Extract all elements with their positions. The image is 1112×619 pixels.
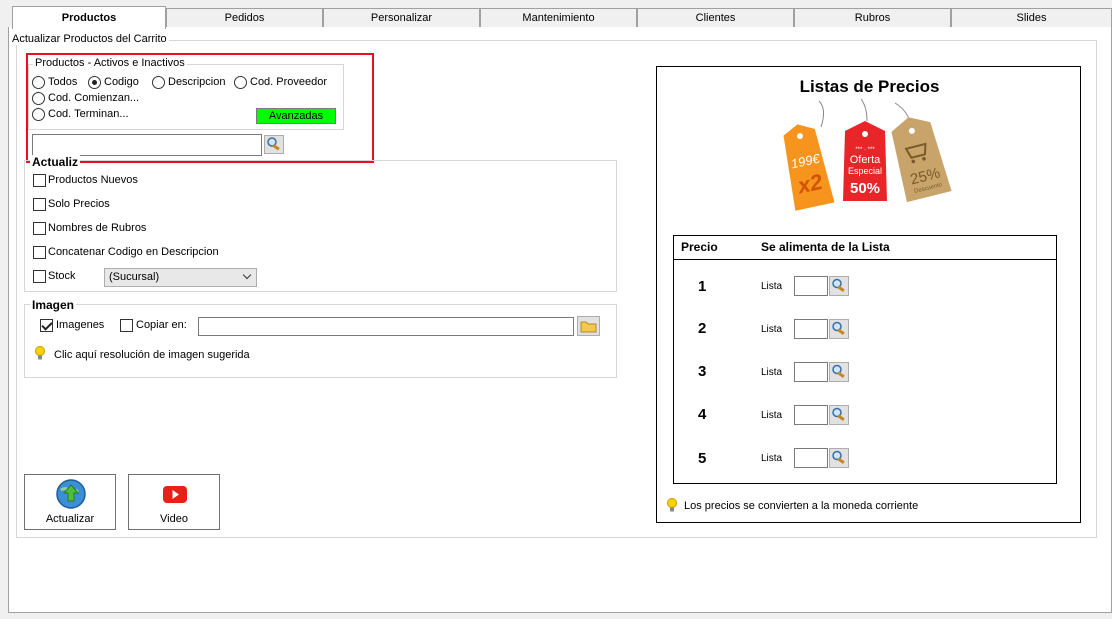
precio-row-4-input[interactable] — [794, 405, 828, 425]
lightbulb-icon — [35, 346, 45, 360]
tag2-stars: *** · *** — [855, 147, 875, 153]
check-copiar-en[interactable] — [120, 319, 133, 332]
precio-row-3-search[interactable] — [829, 362, 849, 382]
highlight-frame — [26, 53, 374, 163]
check-imagenes-label: Imagenes — [56, 319, 105, 331]
search-icon — [832, 364, 845, 378]
check-imagenes[interactable] — [40, 319, 53, 332]
precio-row-1-label: Lista — [761, 281, 783, 292]
search-icon — [832, 278, 845, 292]
tab-pedidos[interactable]: Pedidos — [166, 8, 323, 28]
listas-precios-panel: Listas de Precios 199€ x2 *** · *** Ofer… — [656, 66, 1081, 523]
imagen-group-title: Imagen — [30, 298, 77, 312]
col-header-lista: Se alimenta de la Lista — [761, 240, 890, 254]
precio-row-1-num: 1 — [698, 278, 707, 295]
check-productos-nuevos-label: Productos Nuevos — [48, 174, 138, 186]
actualizar-button[interactable]: Actualizar — [24, 474, 116, 530]
imagen-group — [24, 304, 617, 378]
precio-row-5-input[interactable] — [794, 448, 828, 468]
search-icon — [832, 450, 845, 464]
tab-mantenimiento[interactable]: Mantenimiento — [480, 8, 637, 28]
tab-slides[interactable]: Slides — [951, 8, 1112, 28]
tab-clientes[interactable]: Clientes — [637, 8, 794, 28]
precio-row-2-num: 2 — [698, 320, 707, 337]
actualiz-group-title: Actualiz — [30, 155, 81, 169]
section-title: Actualizar Productos del Carrito — [10, 33, 169, 45]
actualizar-button-label: Actualizar — [45, 513, 95, 525]
tab-personalizar[interactable]: Personalizar — [323, 8, 480, 28]
copiar-path-input[interactable] — [198, 317, 574, 336]
check-stock-label: Stock — [48, 270, 76, 282]
folder-icon — [580, 321, 597, 333]
precio-row-4-search[interactable] — [829, 405, 849, 425]
globe-upload-icon — [56, 479, 86, 509]
lightbulb-icon — [667, 498, 677, 512]
precio-row-4-num: 4 — [698, 406, 707, 423]
price-tags-illustration: 199€ x2 *** · *** Oferta Especial 50% 25… — [783, 99, 952, 211]
precio-row-5-label: Lista — [761, 453, 783, 464]
precio-row-2-label: Lista — [761, 324, 783, 335]
tag2-line2: Especial — [848, 166, 882, 176]
youtube-icon — [163, 486, 187, 503]
precio-row-1-input[interactable] — [794, 276, 828, 296]
tag2-line1: Oferta — [850, 154, 881, 166]
check-concatenar-codigo[interactable] — [33, 246, 46, 259]
precio-row-3-label: Lista — [761, 367, 783, 378]
sucursal-select[interactable]: (Sucursal) — [104, 268, 257, 287]
precio-row-2-search[interactable] — [829, 319, 849, 339]
video-button-label: Video — [160, 513, 188, 525]
check-nombres-rubros[interactable] — [33, 222, 46, 235]
precio-row-5-num: 5 — [698, 450, 707, 467]
precios-table: Precio Se alimenta de la Lista 1 Lista 2… — [673, 235, 1057, 484]
sucursal-select-value: (Sucursal) — [109, 271, 160, 283]
browse-folder-button[interactable] — [577, 316, 600, 336]
check-concatenar-codigo-label: Concatenar Codigo en Descripcion — [48, 246, 219, 258]
check-stock[interactable] — [33, 270, 46, 283]
tab-productos[interactable]: Productos — [12, 6, 166, 29]
tab-rubros[interactable]: Rubros — [794, 8, 951, 28]
precio-row-5-search[interactable] — [829, 448, 849, 468]
precio-row-3-input[interactable] — [794, 362, 828, 382]
prices-panel-title: Listas de Precios — [799, 77, 940, 96]
check-productos-nuevos[interactable] — [33, 174, 46, 187]
precio-row-2-input[interactable] — [794, 319, 828, 339]
precio-row-3-num: 3 — [698, 363, 707, 380]
search-icon — [832, 321, 845, 335]
check-nombres-rubros-label: Nombres de Rubros — [48, 222, 147, 234]
tag2-line3: 50% — [850, 180, 880, 197]
imagen-resolution-hint[interactable]: Clic aquí resolución de imagen sugerida — [54, 349, 250, 361]
precio-row-1-search[interactable] — [829, 276, 849, 296]
header-divider — [674, 259, 1056, 260]
check-copiar-en-label: Copiar en: — [136, 319, 187, 331]
tab-strip: Productos Pedidos Personalizar Mantenimi… — [8, 6, 1112, 29]
precio-row-4-label: Lista — [761, 410, 783, 421]
prices-footer-note: Los precios se convierten a la moneda co… — [684, 500, 919, 512]
chevron-down-icon — [242, 270, 252, 280]
search-icon — [832, 407, 845, 421]
check-solo-precios-label: Solo Precios — [48, 198, 110, 210]
video-button[interactable]: Video — [128, 474, 220, 530]
check-solo-precios[interactable] — [33, 198, 46, 211]
col-header-precio: Precio — [681, 240, 718, 254]
